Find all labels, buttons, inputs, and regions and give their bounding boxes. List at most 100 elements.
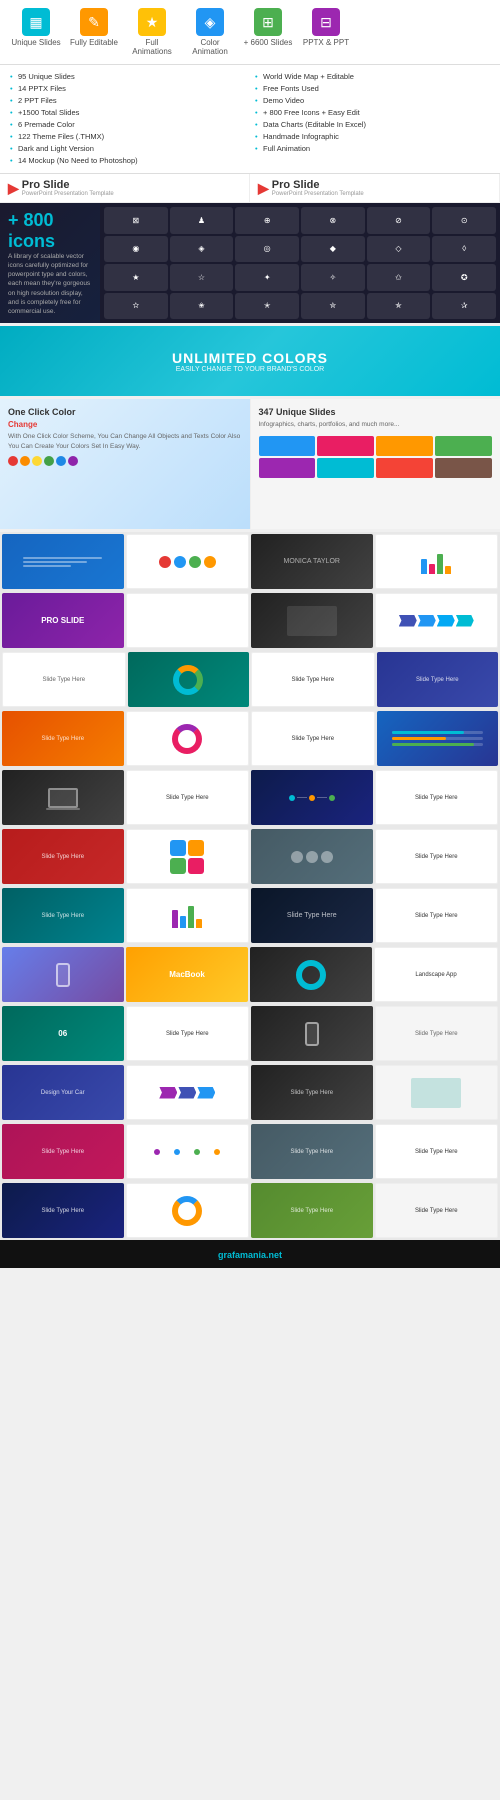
unique-slides-icon: ▦ <box>22 8 50 36</box>
icon-cell: ✩ <box>367 264 431 291</box>
icon-cell: ✬ <box>170 293 234 320</box>
feature-slides-count: ⊞ + 6600 Slides <box>242 8 294 56</box>
slides-row-9: 06 Slide Type Here Slide Type Here <box>0 1004 500 1063</box>
icon-cell: ♟ <box>170 207 234 234</box>
slides-row-1: MONICA TAYLOR <box>0 532 500 591</box>
one-click-title: One Click Color <box>8 407 242 417</box>
slide-thumb: Slide Type Here <box>251 652 375 707</box>
slides-row-6: Slide Type Here Slide Type Here <box>0 827 500 886</box>
slide-thumb: Slide Type Here <box>375 829 499 884</box>
slide-thumb <box>2 947 124 1002</box>
slide-thumb <box>251 593 373 648</box>
color-swatch-green <box>44 456 54 466</box>
slide-thumb: Slide Type Here <box>2 1124 124 1179</box>
icons-description: A library of scalable vector icons caref… <box>8 252 92 316</box>
slide-thumb: Slide Type Here <box>126 770 250 825</box>
bullets-left: 95 Unique Slides 14 PPTX Files 2 PPT Fil… <box>10 71 245 167</box>
dual-proslide-header: ▶ Pro Slide PowerPoint Presentation Temp… <box>0 174 500 203</box>
slide-thumb <box>2 770 124 825</box>
slide-thumb: Slide Type Here <box>251 1183 373 1238</box>
slides-row-11: Slide Type Here Slide Type Here Slide Ty… <box>0 1122 500 1181</box>
slide-thumb <box>251 829 373 884</box>
slide-thumb <box>126 1065 250 1120</box>
icon-cell: ◊ <box>432 236 496 263</box>
feature-split-section: One Click Color Change With One Click Co… <box>0 399 500 529</box>
unlimited-sub: EASILY CHANGE TO YOUR BRAND'S COLOR <box>176 366 325 373</box>
slide-thumb <box>375 534 499 589</box>
slide-thumb: MacBook <box>126 947 248 1002</box>
feature-label: Fully Editable <box>70 38 118 47</box>
slide-thumb: Slide Type Here <box>375 888 499 943</box>
slides-icon: ⊞ <box>254 8 282 36</box>
slide-thumb: Slide Type Here <box>251 711 375 766</box>
color-swatch-purple <box>68 456 78 466</box>
slide-thumb: Slide Type Here <box>2 711 124 766</box>
animations-icon: ★ <box>138 8 166 36</box>
icon-cell: ⊙ <box>432 207 496 234</box>
icon-cell: ✧ <box>301 264 365 291</box>
feature-unique-slides: ▦ Unique Slides <box>10 8 62 56</box>
slide-thumb: 06 <box>2 1006 124 1061</box>
slide-thumb: Slide Type Here <box>377 652 499 707</box>
pptx-icon: ⊟ <box>312 8 340 36</box>
icon-cell: ⊗ <box>301 207 365 234</box>
feature-editable: ✎ Fully Editable <box>68 8 120 56</box>
slide-thumb: PRO SLIDE <box>2 593 124 648</box>
proslide-logo-right: ▶ Pro Slide PowerPoint Presentation Temp… <box>250 174 500 202</box>
icons-count: + 800 icons <box>8 210 92 252</box>
slide-thumb: Slide Type Here <box>251 888 373 943</box>
slide-thumb: Slide Type Here <box>126 1006 250 1061</box>
icon-cell: ☆ <box>170 264 234 291</box>
watermark-link: grafamania.net <box>218 1250 282 1260</box>
editable-icon: ✎ <box>80 8 108 36</box>
slide-thumb <box>251 770 373 825</box>
slide-thumb <box>126 534 250 589</box>
icon-cell: ✫ <box>104 293 168 320</box>
slide-thumb: Slide Type Here <box>2 1183 124 1238</box>
watermark-bar: grafamania.net <box>0 1240 500 1268</box>
feature-label: PPTX & PPT <box>303 38 349 47</box>
slide-thumb: Design Your Car <box>2 1065 124 1120</box>
slide-thumb <box>126 1124 250 1179</box>
icon-cell: ◇ <box>367 236 431 263</box>
slide-thumb <box>126 1183 250 1238</box>
icons-grid: ⊠ ♟ ⊕ ⊗ ⊘ ⊙ ◉ ◈ ◎ ◆ ◇ ◊ ★ ☆ ✦ ✧ ✩ ✪ ✫ ✬ … <box>100 203 500 323</box>
logo-sub-right: PowerPoint Presentation Template <box>272 191 364 197</box>
slide-thumb <box>250 947 372 1002</box>
slide-thumb: Slide Type Here <box>375 770 499 825</box>
slide-thumb: Slide Type Here <box>375 1006 499 1061</box>
unique-slides-feature: 347 Unique Slides Infographics, charts, … <box>251 399 500 529</box>
color-swatch-red <box>8 456 18 466</box>
one-click-subtitle: Change <box>8 420 242 429</box>
color-swatch-yellow <box>32 456 42 466</box>
color-swatches <box>8 456 242 466</box>
slide-thumb <box>128 652 250 707</box>
slide-thumb <box>251 1006 373 1061</box>
slides-row-7: Slide Type Here Slide Type Here Slide Ty… <box>0 886 500 945</box>
icon-cell: ✰ <box>432 293 496 320</box>
one-click-feature: One Click Color Change With One Click Co… <box>0 399 251 529</box>
slide-thumb <box>375 593 499 648</box>
slide-thumb: Slide Type Here <box>2 888 124 943</box>
unique-slides-title: 347 Unique Slides <box>259 407 493 417</box>
slide-thumb: MONICA TAYLOR <box>251 534 373 589</box>
icon-cell: ✮ <box>301 293 365 320</box>
top-features-bar: ▦ Unique Slides ✎ Fully Editable ★ Full … <box>0 0 500 65</box>
color-swatch-orange <box>20 456 30 466</box>
slide-thumb <box>375 1065 499 1120</box>
slide-thumb: Slide Type Here <box>2 829 124 884</box>
icon-cell: ⊕ <box>235 207 299 234</box>
slides-row-4: Slide Type Here Slide Type Here <box>0 709 500 768</box>
icon-cell: ✯ <box>367 293 431 320</box>
icons-left-panel: + 800 icons A library of scalable vector… <box>0 203 100 323</box>
slide-thumb <box>126 711 250 766</box>
slides-row-2: PRO SLIDE <box>0 591 500 650</box>
unique-slides-desc: Infographics, charts, portfolios, and mu… <box>259 420 493 430</box>
icon-cell: ◉ <box>104 236 168 263</box>
slide-thumb <box>126 829 250 884</box>
slide-thumb: Slide Type Here <box>375 1124 499 1179</box>
slides-row-5: Slide Type Here Slide Type Here <box>0 768 500 827</box>
color-icon: ◈ <box>196 8 224 36</box>
logo-arrow-right: ▶ <box>258 180 269 197</box>
slide-thumb <box>126 593 250 648</box>
